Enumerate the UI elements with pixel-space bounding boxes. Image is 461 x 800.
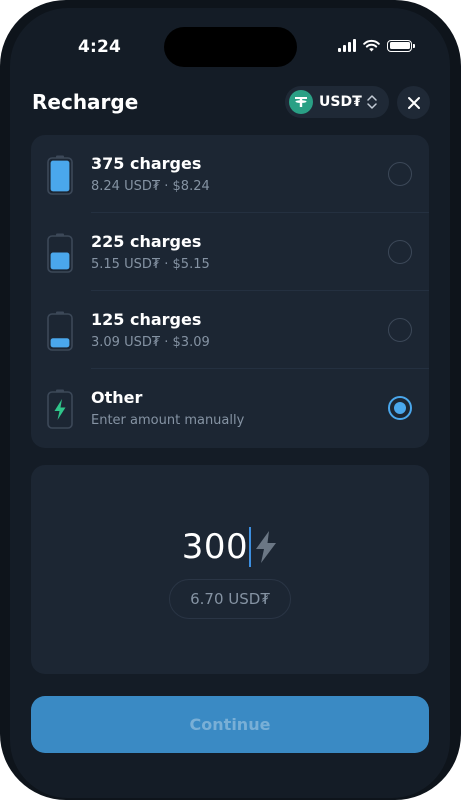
option-title: Other (91, 388, 143, 407)
option-subtitle: Enter amount manually (91, 413, 245, 428)
screen: 4:24 Recharge USD₮ 375 charges 8.24 USD₮… (10, 8, 450, 798)
phone-frame: 4:24 Recharge USD₮ 375 charges 8.24 USD₮… (0, 0, 461, 800)
chevron-up-down-icon (366, 94, 378, 110)
option-radio[interactable] (388, 162, 412, 186)
battery-low-icon (47, 311, 73, 351)
battery-lightning-icon (47, 389, 73, 429)
option-225-charges[interactable]: 225 charges 5.15 USD₮ · $5.15 (31, 213, 429, 291)
option-radio[interactable] (388, 240, 412, 264)
battery-full-icon (47, 155, 73, 195)
close-icon (407, 96, 420, 109)
option-price: 5.15 USD₮ · $5.15 (91, 257, 210, 272)
status-time: 4:24 (78, 37, 122, 57)
converted-amount: 6.70 USD₮ (169, 579, 291, 619)
amount-input[interactable]: 300 (31, 527, 429, 567)
lightning-icon (256, 531, 277, 563)
continue-button[interactable]: Continue (31, 696, 429, 753)
text-cursor (249, 527, 252, 567)
option-title: 225 charges (91, 232, 202, 251)
close-button[interactable] (397, 86, 430, 119)
option-other[interactable]: Other Enter amount manually (31, 369, 429, 447)
option-125-charges[interactable]: 125 charges 3.09 USD₮ · $3.09 (31, 291, 429, 369)
option-radio-selected[interactable] (388, 396, 412, 420)
wifi-icon (363, 39, 380, 52)
option-radio[interactable] (388, 318, 412, 342)
amount-value: 300 (181, 527, 249, 567)
cellular-signal-icon (338, 39, 356, 52)
option-375-charges[interactable]: 375 charges 8.24 USD₮ · $8.24 (31, 135, 429, 213)
status-icons (338, 39, 415, 52)
option-title: 125 charges (91, 310, 202, 329)
charge-options-list: 375 charges 8.24 USD₮ · $8.24 225 charge… (31, 135, 429, 448)
tether-logo-icon (289, 90, 313, 114)
option-price: 3.09 USD₮ · $3.09 (91, 335, 210, 350)
option-title: 375 charges (91, 154, 202, 173)
battery-status-icon (387, 39, 415, 52)
dynamic-island (164, 27, 297, 67)
amount-card[interactable]: 300 6.70 USD₮ (31, 465, 429, 674)
page-title: Recharge (32, 90, 139, 114)
currency-label: USD₮ (319, 94, 362, 110)
currency-selector[interactable]: USD₮ (285, 86, 389, 118)
option-price: 8.24 USD₮ · $8.24 (91, 179, 210, 194)
battery-half-icon (47, 233, 73, 273)
